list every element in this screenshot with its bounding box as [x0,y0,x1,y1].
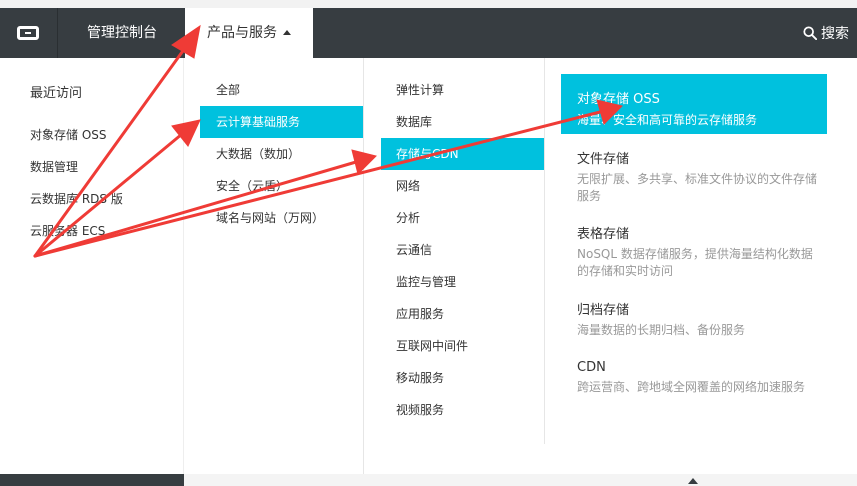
product-item[interactable]: 表格存储 NoSQL 数据存储服务，提供海量结构化数据的存储和实时访问 [577,223,817,280]
category-item[interactable]: 全部 [216,74,240,106]
product-item[interactable]: 归档存储 海量数据的长期归档、备份服务 [577,299,817,339]
category-item[interactable]: 域名与网站（万网） [216,202,324,234]
products-dropdown-panel: 最近访问 对象存储 OSS 数据管理 云数据库 RDS 版 云服务器 ECS 全… [0,58,857,474]
console-link[interactable]: 管理控制台 [57,8,186,58]
products-label: 产品与服务 [207,25,277,41]
product-title: 归档存储 [577,303,630,318]
category-item[interactable]: 大数据（数加） [216,138,300,170]
recent-item[interactable]: 云数据库 RDS 版 [30,190,123,207]
recent-item[interactable]: 对象存储 OSS [30,126,107,143]
subcategory-item-active[interactable]: 存储与CDN [381,138,544,170]
browser-strip [0,0,857,8]
subcategory-column: 弹性计算 数据库 存储与CDN 网络 分析 云通信 监控与管理 应用服务 互联网… [364,58,545,444]
category-column: 全部 云计算基础服务 大数据（数加） 安全（云盾） 域名与网站（万网） [184,58,364,474]
search-icon [803,26,817,40]
caret-up-icon [688,478,698,484]
recent-item[interactable]: 云服务器 ECS [30,222,105,239]
bottom-sidebar-strip [0,474,184,486]
product-title: 对象存储 OSS [577,92,660,107]
recent-visits-column: 最近访问 对象存储 OSS 数据管理 云数据库 RDS 版 云服务器 ECS [4,58,184,474]
search-label: 搜索 [821,26,849,42]
subcategory-item[interactable]: 视频服务 [396,394,444,426]
product-desc: 海量、安全和高可靠的云存储服务 [577,113,758,127]
product-title: 文件存储 [577,152,630,167]
product-desc: 无限扩展、多共享、标准文件协议的文件存储服务 [577,172,818,203]
search-button[interactable]: 搜索 [803,8,849,58]
product-column: 对象存储 OSS 海量、安全和高可靠的云存储服务 文件存储 无限扩展、多共享、标… [545,58,857,474]
product-item[interactable]: 文件存储 无限扩展、多共享、标准文件协议的文件存储服务 [577,148,817,205]
product-item-active[interactable]: 对象存储 OSS 海量、安全和高可靠的云存储服务 [561,74,827,134]
subcategory-item[interactable]: 互联网中间件 [396,330,468,362]
recent-item[interactable]: 数据管理 [30,158,78,175]
category-item[interactable]: 安全（云盾） [216,170,288,202]
product-desc: 海量数据的长期归档、备份服务 [577,323,746,337]
caret-up-icon [283,30,291,35]
product-desc: 跨运营商、跨地域全网覆盖的网络加速服务 [577,380,806,394]
subcategory-item[interactable]: 云通信 [396,234,432,266]
top-navbar: 管理控制台 产品与服务 搜索 [0,8,857,58]
bottom-content-strip [184,474,857,486]
category-item-active[interactable]: 云计算基础服务 [200,106,363,138]
product-title: CDN [577,360,606,375]
subcategory-item[interactable]: 弹性计算 [396,74,444,106]
subcategory-item[interactable]: 监控与管理 [396,266,456,298]
subcategory-item[interactable]: 分析 [396,202,420,234]
product-desc: NoSQL 数据存储服务，提供海量结构化数据的存储和实时访问 [577,247,813,278]
logo-icon [17,26,39,40]
product-item[interactable]: CDN 跨运营商、跨地域全网覆盖的网络加速服务 [577,360,817,396]
product-title: 表格存储 [577,227,630,242]
recent-visits-title: 最近访问 [30,86,83,101]
subcategory-item[interactable]: 移动服务 [396,362,444,394]
subcategory-item[interactable]: 应用服务 [396,298,444,330]
subcategory-item[interactable]: 网络 [396,170,420,202]
subcategory-item[interactable]: 数据库 [396,106,432,138]
aliyun-logo[interactable] [0,8,56,58]
products-menu-button[interactable]: 产品与服务 [185,8,313,58]
